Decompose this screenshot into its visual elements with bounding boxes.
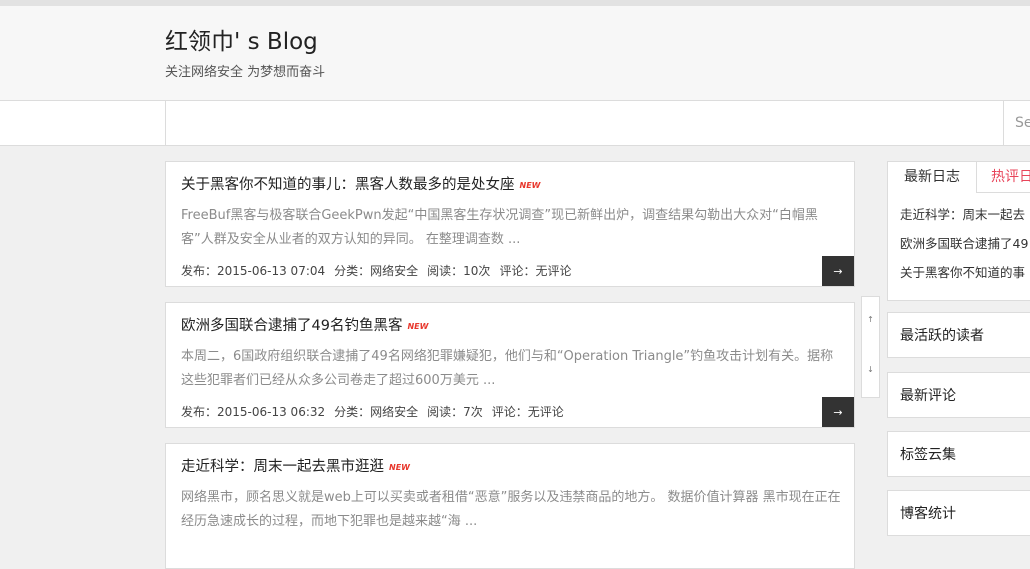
post-views: 阅读：10次 (427, 264, 491, 278)
site-header: 红领巾' s Blog 关注网络安全 为梦想而奋斗 (0, 6, 1030, 101)
search-input[interactable] (1003, 101, 1030, 145)
list-item[interactable]: 欧洲多国联合逮捕了49 (900, 233, 1028, 262)
nav-bar (0, 101, 1030, 146)
post-card: 欧洲多国联合逮捕了49名钓鱼黑客 NEW 本周二，6国政府组织联合逮捕了49名网络… (165, 302, 855, 428)
recent-posts-widget: 最新日志 热评日 走近科学：周末一起去 欧洲多国联合逮捕了49 关于黑客你不知道… (887, 161, 1030, 301)
post-category[interactable]: 分类：网络安全 (334, 405, 418, 419)
recent-comments-widget: 最新评论 (887, 372, 1030, 418)
post-excerpt: FreeBuf黑客与极客联合GeekPwn发起“中国黑客生存状况调查”现已新鲜出… (181, 208, 818, 247)
post-meta: 发布：2015-06-13 06:32 分类：网络安全 阅读：7次 评论：无评论 (181, 403, 573, 420)
arrow-right-icon: → (833, 264, 843, 278)
list-item[interactable]: 关于黑客你不知道的事 (900, 262, 1028, 291)
post-date: 发布：2015-06-13 06:32 (181, 405, 326, 419)
post-title[interactable]: 欧洲多国联合逮捕了49名钓鱼黑客 NEW (181, 314, 428, 335)
arrow-right-icon: → (833, 405, 843, 419)
site-title[interactable]: 红领巾' s Blog (165, 22, 318, 56)
tab-hot-comments[interactable]: 热评日 (991, 162, 1030, 192)
tag-cloud-widget: 标签云集 (887, 431, 1030, 477)
new-badge: NEW (407, 322, 429, 331)
list-item[interactable]: 走近科学：周末一起去 (900, 204, 1028, 233)
post-comments[interactable]: 评论：无评论 (499, 264, 571, 278)
nav-divider (165, 101, 166, 145)
arrow-down-icon[interactable]: ↓ (862, 365, 879, 374)
read-more-button[interactable]: → (822, 256, 854, 286)
post-date: 发布：2015-06-13 07:04 (181, 264, 326, 278)
widget-title: 博客统计 (900, 506, 956, 522)
active-readers-widget: 最活跃的读者 (887, 312, 1030, 358)
new-badge: NEW (389, 463, 410, 472)
post-category[interactable]: 分类：网络安全 (334, 264, 418, 278)
post-title[interactable]: 走近科学：周末一起去黑市逛逛 NEW (181, 455, 410, 476)
site-subtitle: 关注网络安全 为梦想而奋斗 (165, 65, 326, 80)
tab-latest-posts[interactable]: 最新日志 (888, 162, 977, 192)
post-excerpt: 网络黑市，顾名思义就是web上可以买卖或者租借“恶意”服务以及违禁商品的地方。 … (181, 490, 841, 529)
post-card: 关于黑客你不知道的事儿：黑客人数最多的是处女座 NEW FreeBuf黑客与极客联… (165, 161, 855, 287)
post-excerpt: 本周二，6国政府组织联合逮捕了49名网络犯罪嫌疑犯，他们与和“Operation… (181, 349, 834, 388)
new-badge: NEW (519, 181, 541, 190)
recent-posts-list: 走近科学：周末一起去 欧洲多国联合逮捕了49 关于黑客你不知道的事 (900, 204, 1028, 291)
arrow-up-icon[interactable]: ↑ (862, 315, 879, 324)
widget-title: 标签云集 (900, 447, 956, 463)
blog-stats-widget: 博客统计 (887, 490, 1030, 536)
post-title[interactable]: 关于黑客你不知道的事儿：黑客人数最多的是处女座 NEW (181, 173, 540, 194)
post-comments[interactable]: 评论：无评论 (492, 405, 564, 419)
scroll-pager: ↑ ↓ (861, 296, 880, 398)
post-card: 走近科学：周末一起去黑市逛逛 NEW 网络黑市，顾名思义就是web上可以买卖或者租… (165, 443, 855, 569)
widget-title: 最活跃的读者 (900, 328, 984, 344)
post-views: 阅读：7次 (427, 405, 483, 419)
post-meta: 发布：2015-06-13 07:04 分类：网络安全 阅读：10次 评论：无评论 (181, 262, 580, 279)
widget-title: 最新评论 (900, 388, 956, 404)
tab-divider (976, 192, 1030, 193)
read-more-button[interactable]: → (822, 397, 854, 427)
